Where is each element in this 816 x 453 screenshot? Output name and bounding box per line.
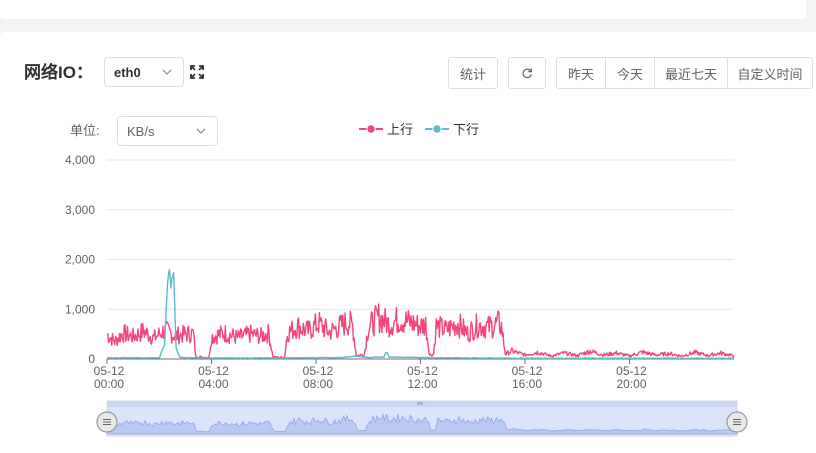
zoom-slider-left-handle-icon[interactable]: [96, 411, 118, 433]
x-tick-label: 05-12 20:00: [616, 364, 647, 391]
y-tick-label: 4,000: [65, 153, 95, 167]
network-io-chart: 4,0003,0002,0001,000005-12 00:0005-12 04:0…: [65, 153, 748, 437]
x-tick-label: 05-12 00:00: [94, 364, 125, 391]
zoom-slider-right-handle-icon[interactable]: [726, 411, 748, 433]
series-download-line: [106, 269, 735, 360]
zoom-slider-drag-grip: [417, 402, 423, 405]
x-tick-label: 05-12 08:00: [303, 364, 334, 391]
x-tick-label: 05-12 16:00: [512, 364, 543, 391]
y-tick-label: 3,000: [65, 203, 95, 217]
series-upload-line: [106, 303, 735, 360]
x-tick-label: 05-12 04:00: [198, 364, 229, 391]
y-tick-label: 1,000: [65, 302, 95, 316]
x-tick-label: 05-12 12:00: [407, 364, 438, 391]
y-tick-label: 2,000: [65, 253, 95, 267]
